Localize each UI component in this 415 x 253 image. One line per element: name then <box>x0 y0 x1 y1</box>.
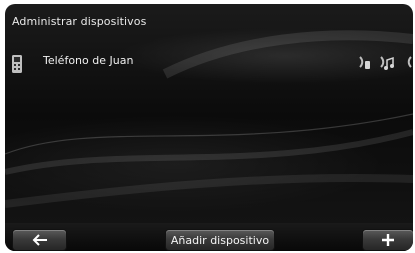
device-status-icons <box>357 54 413 74</box>
arrow-left-icon <box>32 234 48 246</box>
plus-icon <box>381 233 395 247</box>
screen-frame: Administrar dispositivos Teléfono de Jua… <box>5 4 413 251</box>
device-list-item[interactable]: Teléfono de Juan <box>5 44 413 74</box>
back-button[interactable] <box>13 230 66 250</box>
partial-icon <box>407 56 412 68</box>
add-device-label: Añadir dispositivo <box>170 233 270 247</box>
bottom-toolbar: Añadir dispositivo <box>5 223 413 251</box>
device-name: Teléfono de Juan <box>43 54 134 67</box>
add-device-button[interactable]: Añadir dispositivo <box>166 230 274 250</box>
background-swoosh <box>5 30 413 208</box>
audio-streaming-icon <box>380 56 394 70</box>
phone-icon <box>12 55 22 73</box>
add-button[interactable] <box>363 230 413 250</box>
handsfree-phone-icon <box>359 56 370 69</box>
page-title: Administrar dispositivos <box>12 15 147 28</box>
